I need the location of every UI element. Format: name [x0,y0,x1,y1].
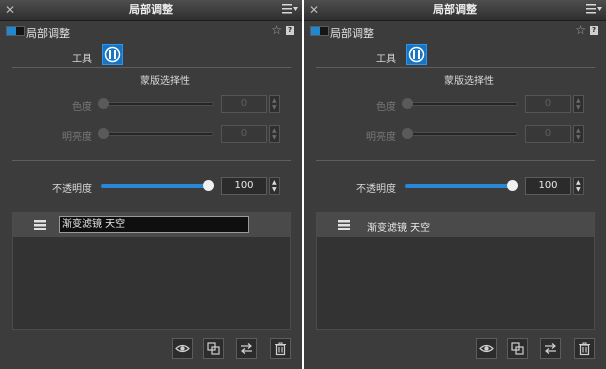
duplicate-icon [207,342,220,355]
swap-button[interactable] [236,338,257,359]
eye-icon [175,344,190,353]
help-icon[interactable]: ? [590,26,598,35]
duplicate-button[interactable] [507,338,528,359]
hue-stepper[interactable]: ▲ ▼ [573,95,584,113]
up-arrow-icon[interactable]: ▲ [576,179,581,186]
brightness-value-field[interactable]: 0 [525,125,571,143]
opacity-stepper[interactable]: ▲ ▼ [573,177,584,195]
star-icon[interactable]: ☆ [575,23,586,37]
panel-title: 局部调整 [129,3,173,16]
mask-selectivity-title: 蒙版选择性 [444,76,494,87]
section-enable-toggle[interactable] [310,26,329,36]
brightness-stepper[interactable]: ▲ ▼ [573,125,584,143]
divider [316,67,595,68]
hue-value-field[interactable]: 0 [221,95,267,113]
divider [12,67,291,68]
opacity-label: 不透明度 [52,184,92,195]
layer-name-input[interactable]: 渐变滤镜 天空 [59,216,249,233]
section-label: 局部调整 [26,27,70,40]
tool-label: 工具 [72,54,92,65]
panel-titlebar: ✕ 局部调整 [304,0,606,21]
opacity-value-field[interactable]: 100 [525,177,571,195]
tool-button[interactable] [102,44,123,65]
up-arrow-icon[interactable]: ▲ [272,97,277,104]
hue-slider-knob[interactable] [98,98,109,109]
section-header: 局部调整 ☆ ? [0,22,302,40]
down-arrow-icon[interactable]: ▼ [272,104,277,111]
opacity-label: 不透明度 [356,184,396,195]
visibility-button[interactable] [172,338,193,359]
hue-stepper[interactable]: ▲ ▼ [269,95,280,113]
section-label: 局部调整 [330,27,374,40]
brightness-stepper[interactable]: ▲ ▼ [269,125,280,143]
hue-value-field[interactable]: 0 [525,95,571,113]
layer-icon [34,220,46,230]
hue-slider[interactable] [98,102,214,106]
swap-button[interactable] [540,338,561,359]
opacity-slider-knob[interactable] [507,180,518,191]
trash-icon [579,342,590,356]
section-enable-toggle[interactable] [6,26,25,36]
opacity-value-field[interactable]: 100 [221,177,267,195]
brightness-slider-knob[interactable] [98,128,109,139]
brightness-slider-knob[interactable] [402,128,413,139]
layer-name: 渐变滤镜 天空 [367,223,431,234]
help-icon[interactable]: ? [286,26,294,35]
panel-title: 局部调整 [433,3,477,16]
local-adjust-panel-editing: ✕ 局部调整 局部调整 ☆ ? 工具 蒙版选择性 色度 0 ▲ ▼ 明亮度 0 ▲… [0,0,302,369]
local-adjust-panel: ✕ 局部调整 局部调整 ☆ ? 工具 蒙版选择性 色度 0 ▲ ▼ 明亮度 0 ▲… [304,0,606,369]
adjustment-layer-list: 渐变滤镜 天空 [316,212,595,330]
swap-icon [241,343,252,354]
tool-label: 工具 [376,54,396,65]
opacity-slider-knob[interactable] [203,180,214,191]
tool-button[interactable] [406,44,427,65]
star-icon[interactable]: ☆ [271,23,282,37]
opacity-slider[interactable] [101,184,209,188]
panel-menu-icon[interactable] [282,3,298,15]
mask-tool-icon [104,46,121,63]
panel-menu-icon[interactable] [586,3,602,15]
delete-button[interactable] [574,338,595,359]
duplicate-icon [511,342,524,355]
duplicate-button[interactable] [203,338,224,359]
brightness-value-field[interactable]: 0 [221,125,267,143]
eye-icon [479,344,494,353]
hue-label: 色度 [376,102,396,113]
opacity-stepper[interactable]: ▲ ▼ [269,177,280,195]
hue-label: 色度 [72,102,92,113]
down-arrow-icon[interactable]: ▼ [272,134,277,141]
layer-icon [338,220,350,230]
mask-tool-icon [408,46,425,63]
up-arrow-icon[interactable]: ▲ [272,127,277,134]
divider [316,160,595,161]
panel-titlebar: ✕ 局部调整 [0,0,302,21]
opacity-slider[interactable] [405,184,513,188]
down-arrow-icon[interactable]: ▼ [272,186,277,193]
list-item[interactable]: 渐变滤镜 天空 [13,213,290,237]
list-item[interactable]: 渐变滤镜 天空 [317,213,594,237]
down-arrow-icon[interactable]: ▼ [576,104,581,111]
trash-icon [275,342,286,356]
brightness-slider[interactable] [402,132,518,136]
mask-selectivity-title: 蒙版选择性 [140,76,190,87]
down-arrow-icon[interactable]: ▼ [576,134,581,141]
adjustment-layer-list: 渐变滤镜 天空 [12,212,291,330]
section-header: 局部调整 ☆ ? [304,22,606,40]
brightness-slider[interactable] [98,132,214,136]
delete-button[interactable] [270,338,291,359]
up-arrow-icon[interactable]: ▲ [576,97,581,104]
visibility-button[interactable] [476,338,497,359]
hue-slider[interactable] [402,102,518,106]
hue-slider-knob[interactable] [402,98,413,109]
down-arrow-icon[interactable]: ▼ [576,186,581,193]
up-arrow-icon[interactable]: ▲ [272,179,277,186]
brightness-label: 明亮度 [366,132,396,143]
brightness-label: 明亮度 [62,132,92,143]
swap-icon [545,343,556,354]
up-arrow-icon[interactable]: ▲ [576,127,581,134]
divider [12,160,291,161]
